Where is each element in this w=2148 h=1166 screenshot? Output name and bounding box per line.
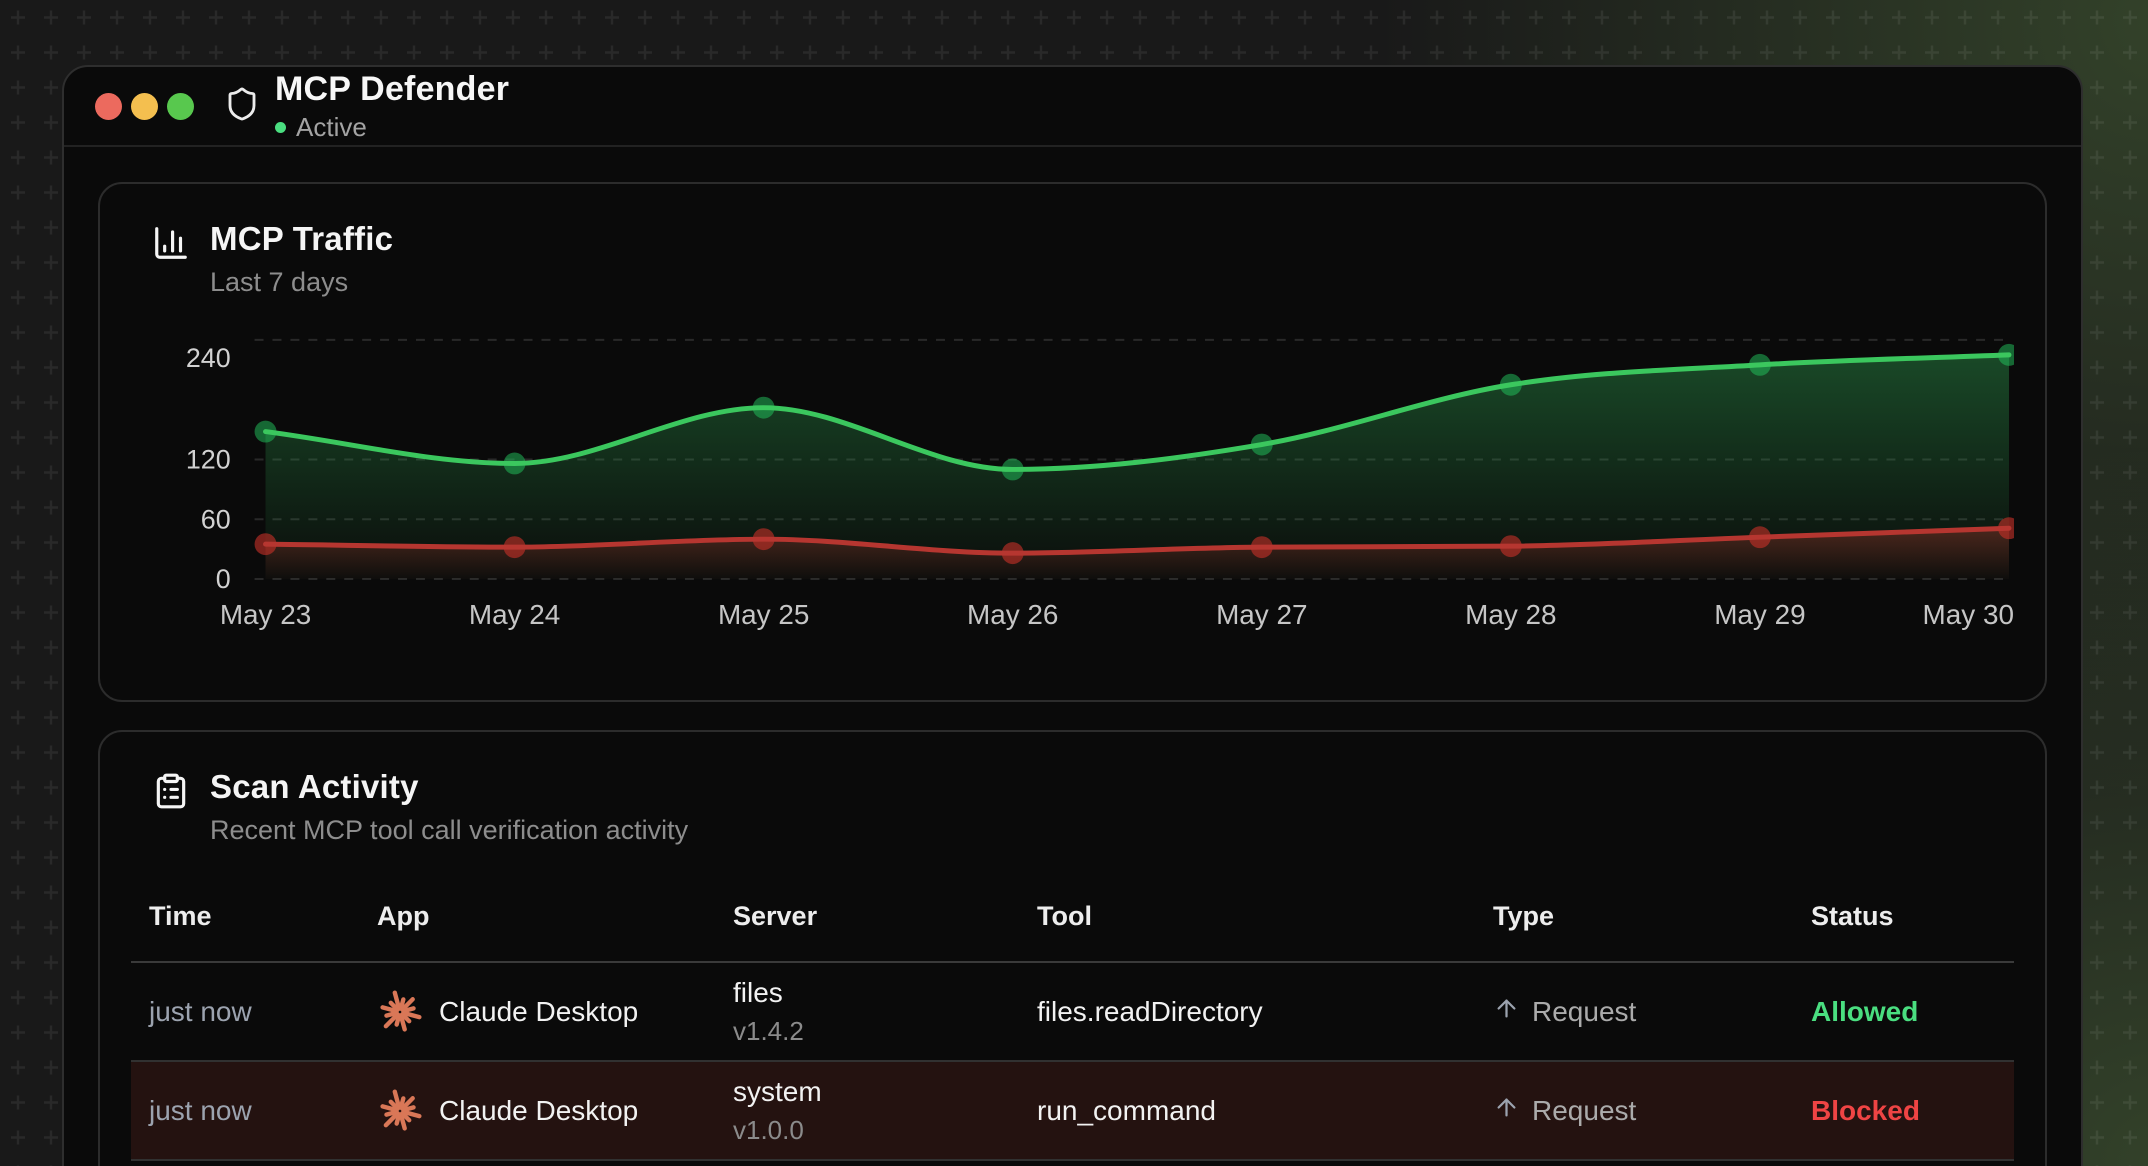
cell-server: system v1.0.0: [715, 1076, 1019, 1146]
svg-text:May 30: May 30: [1923, 599, 2014, 630]
svg-text:May 28: May 28: [1465, 599, 1556, 630]
status-line: Active: [275, 112, 509, 143]
scan-activity-table: Time App Server Tool Type Status just no…: [131, 871, 2014, 1161]
scan-activity-card: Scan Activity Recent MCP tool call verif…: [98, 730, 2047, 1166]
app-title: MCP Defender: [275, 70, 509, 109]
svg-text:May 24: May 24: [469, 599, 560, 630]
column-chart-icon: [152, 224, 190, 267]
table-row[interactable]: just now Claude Desktop system v1.0.0 ru…: [131, 1062, 2014, 1161]
claude-logo-icon: [377, 989, 423, 1035]
cell-tool: files.readDirectory: [1019, 996, 1475, 1028]
cell-status: Allowed: [1793, 996, 2014, 1028]
column-header-app: App: [359, 901, 715, 932]
column-header-status: Status: [1793, 901, 2014, 932]
arrow-up-icon: [1493, 995, 1520, 1029]
activity-card-title: Scan Activity: [210, 768, 688, 806]
zoom-button[interactable]: [167, 93, 194, 120]
traffic-card-title: MCP Traffic: [210, 220, 393, 258]
active-status-dot: [275, 122, 286, 133]
column-header-tool: Tool: [1019, 901, 1475, 932]
svg-text:May 26: May 26: [967, 599, 1058, 630]
svg-text:May 25: May 25: [718, 599, 809, 630]
active-status-label: Active: [296, 112, 367, 143]
cell-time: just now: [131, 996, 359, 1028]
svg-text:60: 60: [201, 504, 231, 534]
cell-status: Blocked: [1793, 1095, 2014, 1127]
traffic-card-subtitle: Last 7 days: [210, 267, 393, 298]
clipboard-list-icon: [152, 772, 190, 815]
shield-icon: [224, 85, 260, 128]
app-window: MCP Defender Active MCP Traffic Last 7 d…: [62, 65, 2083, 1166]
traffic-chart: 0 60 120 240 May 23 May 24 May 25 May 26 May 27 M…: [131, 322, 2014, 651]
traffic-lights: [95, 93, 194, 120]
cell-app: Claude Desktop: [359, 989, 715, 1035]
svg-text:May 27: May 27: [1216, 599, 1307, 630]
column-header-time: Time: [131, 901, 359, 932]
cell-type: Request: [1475, 1094, 1793, 1128]
svg-text:May 29: May 29: [1714, 599, 1805, 630]
app-identity: MCP Defender Active: [224, 70, 509, 143]
minimize-button[interactable]: [131, 93, 158, 120]
table-row[interactable]: just now Claude Desktop files v1.4.2 fil…: [131, 963, 2014, 1062]
activity-card-subtitle: Recent MCP tool call verification activi…: [210, 815, 688, 846]
cell-tool: run_command: [1019, 1095, 1475, 1127]
cell-time: just now: [131, 1095, 359, 1127]
svg-text:May 23: May 23: [220, 599, 311, 630]
svg-text:120: 120: [186, 444, 231, 474]
cell-app: Claude Desktop: [359, 1088, 715, 1134]
cell-type: Request: [1475, 995, 1793, 1029]
table-body: just now Claude Desktop files v1.4.2 fil…: [131, 963, 2014, 1161]
svg-text:0: 0: [216, 564, 231, 594]
arrow-up-icon: [1493, 1094, 1520, 1128]
mcp-traffic-card: MCP Traffic Last 7 days 0 60 120 240 May 23 M…: [98, 182, 2047, 702]
column-header-server: Server: [715, 901, 1019, 932]
column-header-type: Type: [1475, 901, 1793, 932]
claude-logo-icon: [377, 1088, 423, 1134]
cell-server: files v1.4.2: [715, 977, 1019, 1047]
close-button[interactable]: [95, 93, 122, 120]
titlebar: MCP Defender Active: [64, 67, 2081, 147]
svg-text:240: 240: [186, 343, 231, 373]
table-header-row: Time App Server Tool Type Status: [131, 871, 2014, 963]
